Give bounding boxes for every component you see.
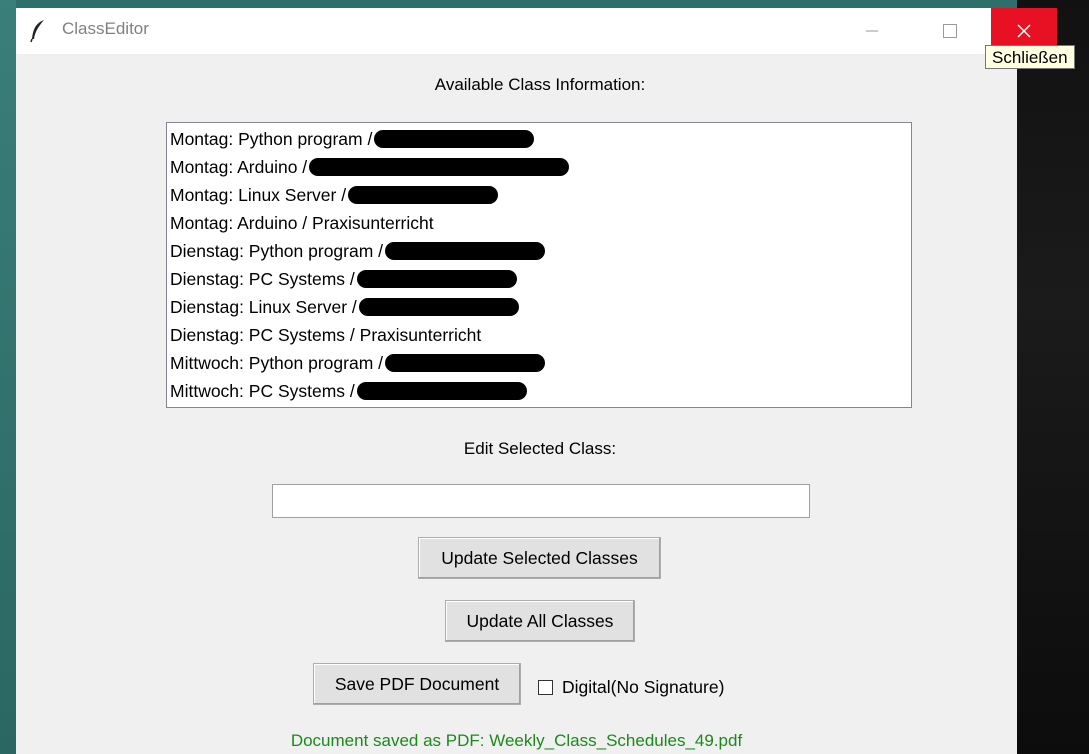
redaction-mark <box>348 186 499 205</box>
redaction-mark <box>358 298 519 317</box>
edit-selected-label: Edit Selected Class: <box>463 439 617 458</box>
class-list-item-text: Mittwoch: Python program / <box>170 353 383 373</box>
class-list-item[interactable]: Dienstag: Linux Server / <box>167 293 911 321</box>
update-selected-button[interactable]: Update Selected Classes <box>418 537 661 579</box>
redaction-mark <box>385 242 546 261</box>
redaction-mark <box>385 354 545 373</box>
class-list-item-text: Montag: Linux Server / <box>170 185 347 205</box>
window-title: ClassEditor <box>62 19 149 38</box>
digital-checkbox-label: Digital(No Signature) <box>562 676 725 697</box>
minimize-button[interactable] <box>843 8 901 54</box>
class-list-item[interactable]: Mittwoch: PC Systems / <box>167 377 911 405</box>
class-list-item[interactable]: Montag: Arduino / Praxisunterricht <box>167 209 911 237</box>
desktop-background-right <box>1017 0 1089 754</box>
class-list-item-text: Montag: Arduino / Praxisunterricht <box>170 213 434 233</box>
class-list-item-text: Montag: Arduino / <box>170 157 308 177</box>
feather-icon <box>28 19 48 43</box>
maximize-icon <box>943 24 957 38</box>
class-listbox[interactable]: Montag: Python program / Montag: Arduino … <box>166 122 912 408</box>
class-list-item[interactable]: Dienstag: PC Systems / <box>167 265 911 293</box>
class-list-item-text: Dienstag: Linux Server / <box>170 297 357 317</box>
redaction-mark <box>309 158 570 177</box>
class-editor-window: ClassEditor Available Class Information:… <box>16 8 1057 754</box>
class-list-item[interactable]: Montag: Arduino / <box>167 153 911 181</box>
redaction-mark <box>356 270 517 289</box>
status-message: Document saved as PDF: Weekly_Class_Sche… <box>290 731 743 750</box>
class-list-item[interactable]: Mittwoch: Python program / <box>167 349 911 377</box>
edit-class-input[interactable] <box>272 484 810 518</box>
digital-checkbox-row[interactable]: Digital(No Signature) <box>538 675 724 699</box>
class-list-item-text: Dienstag: Python program / <box>170 241 384 261</box>
save-pdf-button[interactable]: Save PDF Document <box>313 663 521 705</box>
class-list-item-text: Mittwoch: PC Systems / <box>170 381 355 401</box>
close-tooltip: Schließen <box>985 45 1075 69</box>
redaction-mark <box>356 382 527 401</box>
redaction-mark <box>374 130 535 149</box>
class-list-item[interactable]: Montag: Python program / <box>167 125 911 153</box>
class-list-item-text: Dienstag: PC Systems / <box>170 269 355 289</box>
class-list-item[interactable]: Dienstag: PC Systems / Praxisunterricht <box>167 321 911 349</box>
desktop-background-left <box>0 0 16 754</box>
maximize-button[interactable] <box>921 8 979 54</box>
available-classes-label: Available Class Information: <box>434 75 646 94</box>
class-list-item-text: Dienstag: PC Systems / Praxisunterricht <box>170 325 482 345</box>
class-list-item[interactable]: Dienstag: Python program / <box>167 237 911 265</box>
digital-checkbox[interactable] <box>538 679 553 695</box>
update-all-button[interactable]: Update All Classes <box>445 600 635 642</box>
close-icon <box>1017 24 1031 38</box>
title-bar[interactable]: ClassEditor <box>16 8 1057 54</box>
class-list-item-text: Montag: Python program / <box>170 129 373 149</box>
minimize-icon <box>866 30 878 32</box>
class-list-item[interactable]: Montag: Linux Server / <box>167 181 911 209</box>
